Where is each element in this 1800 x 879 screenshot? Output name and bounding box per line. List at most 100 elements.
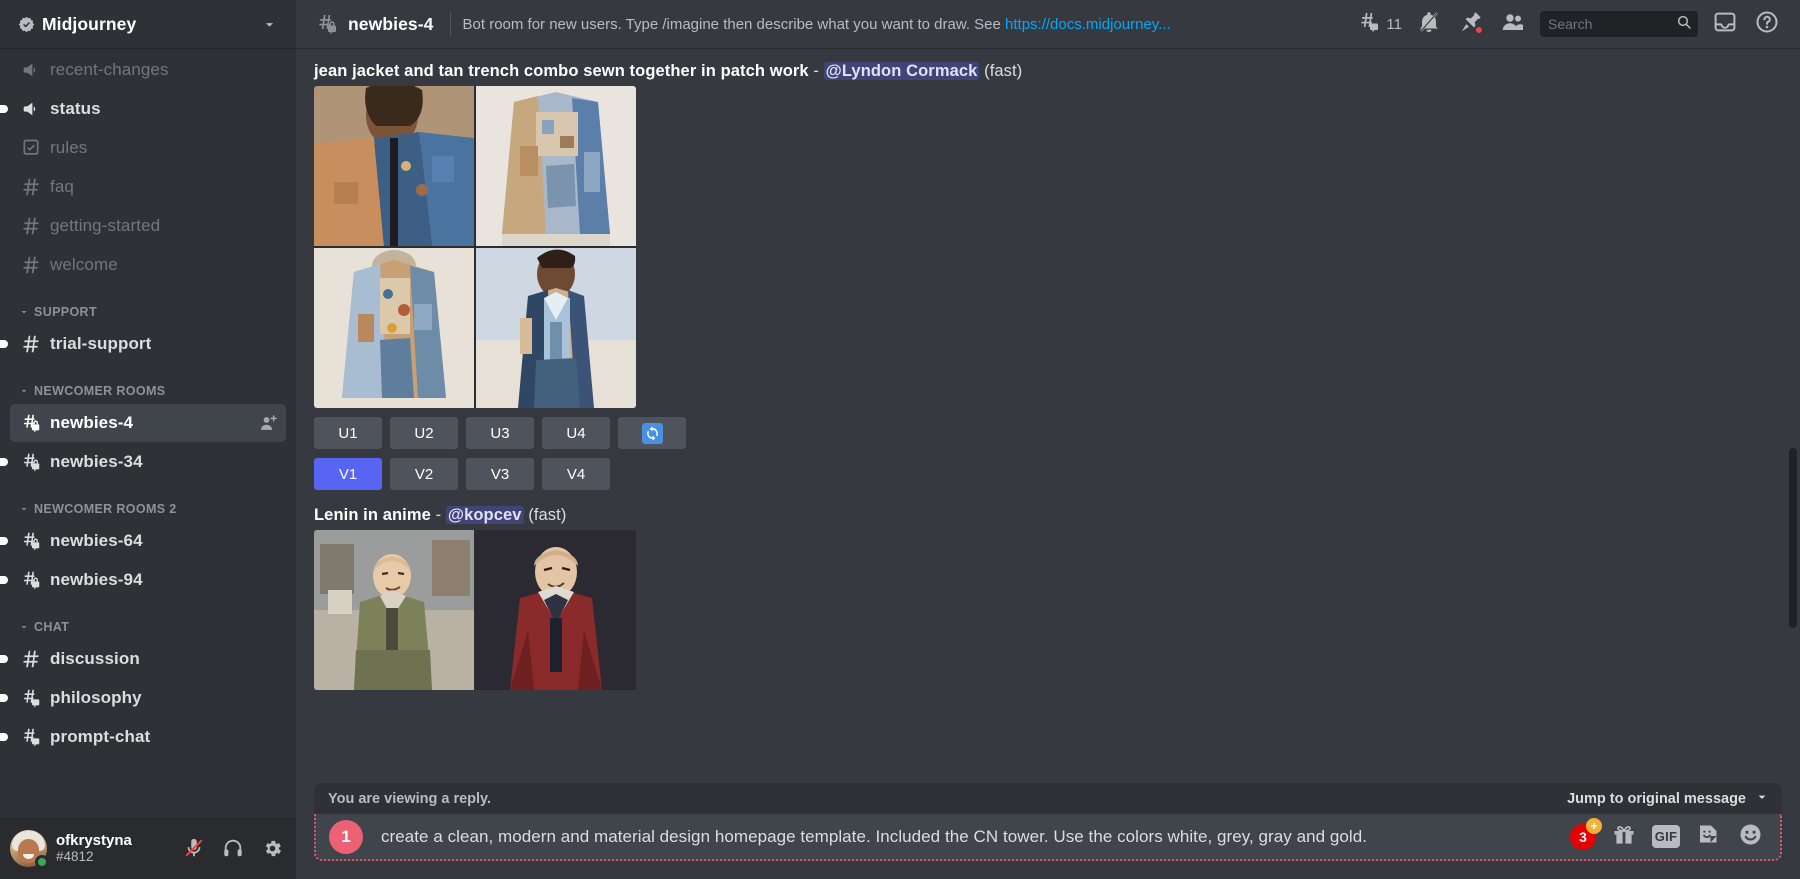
sidebar-item-faq[interactable]: faq <box>10 168 286 206</box>
unread-pip <box>0 655 8 663</box>
hash-icon <box>19 215 43 237</box>
server-header[interactable]: Midjourney <box>0 0 296 48</box>
pinned-messages-button[interactable] <box>1450 4 1492 44</box>
sidebar-item-newbies-34[interactable]: newbies-34 <box>0 443 286 481</box>
channel-name: welcome <box>50 255 118 274</box>
add-member-icon[interactable] <box>259 414 278 433</box>
avatar[interactable] <box>10 829 49 869</box>
message-input[interactable]: create a clean, modern and material desi… <box>381 826 1558 847</box>
channel-name: philosophy <box>50 688 142 707</box>
author-mention[interactable]: @Lyndon Cormack <box>823 62 980 80</box>
category-label: CHAT <box>34 620 70 634</box>
main-content: newbies-4 Bot room for new users. Type /… <box>296 0 1800 879</box>
grammar-error-word[interactable]: Included <box>875 826 941 847</box>
category-newcomer-rooms-2[interactable]: NEWCOMER ROOMS 2 <box>0 482 296 521</box>
chevron-down-icon <box>18 306 30 318</box>
grammar-suggestions-badge[interactable]: 3 + <box>1570 817 1602 850</box>
channel-name: newbies-94 <box>50 570 143 589</box>
chevron-down-icon[interactable] <box>261 16 278 33</box>
verified-check-icon <box>18 16 35 33</box>
threads-count: 11 <box>1386 15 1402 33</box>
divider <box>449 12 451 36</box>
emoji-smile-icon <box>1738 822 1763 852</box>
gif-button[interactable]: GIF <box>1652 823 1680 851</box>
sidebar-item-rules[interactable]: rules <box>10 129 286 167</box>
jump-to-original-message-button[interactable]: Jump to original message <box>1567 789 1770 809</box>
image-grid[interactable] <box>314 530 636 690</box>
sidebar-item-philosophy[interactable]: philosophy <box>0 679 286 717</box>
gear-icon[interactable] <box>258 834 286 862</box>
channel-topic-link[interactable]: https://docs.midjourney... <box>1005 16 1171 33</box>
channel-topic[interactable]: Bot room for new users. Type /imagine th… <box>463 16 1171 33</box>
sidebar-item-newbies-4[interactable]: newbies-4 <box>10 404 286 442</box>
category-label: NEWCOMER ROOMS 2 <box>34 502 177 516</box>
composer-actions: 3 + GIF <box>1570 817 1764 851</box>
help-button[interactable] <box>1746 4 1788 44</box>
hash-icon <box>19 254 43 276</box>
upscale-button-u3[interactable]: U3 <box>466 417 534 449</box>
member-list-button[interactable] <box>1492 4 1534 44</box>
channel-name: discussion <box>50 649 140 668</box>
upscale-button-u1[interactable]: U1 <box>314 417 382 449</box>
message-list[interactable]: jean jacket and tan trench combo sewn to… <box>296 48 1800 783</box>
chevron-down-icon <box>1754 789 1770 809</box>
sidebar-item-status[interactable]: status <box>0 90 286 128</box>
sidebar-item-newbies-94[interactable]: newbies-94 <box>0 561 286 599</box>
reroll-button[interactable] <box>618 417 686 449</box>
grid-cell-4[interactable] <box>476 248 636 408</box>
sidebar-item-trial-support[interactable]: trial-support <box>0 325 286 363</box>
sidebar-item-prompt-chat[interactable]: prompt-chat <box>0 718 286 756</box>
sidebar-item-welcome[interactable]: welcome <box>10 246 286 284</box>
grid-cell-2[interactable] <box>476 530 636 690</box>
image-grid[interactable] <box>314 86 636 408</box>
upscale-button-u4[interactable]: U4 <box>542 417 610 449</box>
grid-cell-3[interactable] <box>314 248 474 408</box>
variation-button-v3[interactable]: V3 <box>466 458 534 490</box>
upscale-button-u2[interactable]: U2 <box>390 417 458 449</box>
message-header: jean jacket and tan trench combo sewn to… <box>314 56 1782 86</box>
category-chat[interactable]: CHAT <box>0 600 296 639</box>
mode-label: (fast) <box>528 506 567 524</box>
members-icon <box>1501 10 1525 39</box>
threads-button[interactable]: 11 <box>1349 4 1408 44</box>
separator: - <box>813 62 819 80</box>
grammar-error-word[interactable]: and <box>560 826 590 847</box>
search-input[interactable] <box>1548 16 1676 32</box>
variation-button-v4[interactable]: V4 <box>542 458 610 490</box>
search-box[interactable] <box>1540 11 1698 37</box>
microphone-muted-icon[interactable] <box>180 834 208 862</box>
channel-list[interactable]: recent-changes status rules faq getting-… <box>0 48 296 817</box>
sidebar-item-newbies-64[interactable]: newbies-64 <box>0 522 286 560</box>
rules-icon <box>19 138 43 158</box>
variation-button-v1[interactable]: V1 <box>314 458 382 490</box>
category-newcomer-rooms[interactable]: NEWCOMER ROOMS <box>0 364 296 403</box>
message-input-bar[interactable]: 1 create a clean, modern and material de… <box>314 814 1782 861</box>
hash-thread-lock-icon <box>314 12 340 36</box>
grid-cell-1[interactable] <box>314 530 474 690</box>
grid-cell-1[interactable] <box>314 86 474 246</box>
channel-topic-text: Bot room for new users. Type /imagine th… <box>462 15 1006 33</box>
user-info[interactable]: ofkrystyna #4812 <box>56 832 176 865</box>
grammar-error-word[interactable]: and <box>1296 826 1326 847</box>
message-scrollbar[interactable] <box>1789 448 1797 628</box>
sidebar-item-discussion[interactable]: discussion <box>0 640 286 678</box>
sidebar-item-recent-changes[interactable]: recent-changes <box>10 51 286 89</box>
channel-name: faq <box>50 177 74 196</box>
sidebar-item-getting-started[interactable]: getting-started <box>10 207 286 245</box>
page-title: newbies-4 <box>348 13 434 34</box>
author-mention[interactable]: @kopcev <box>445 506 524 524</box>
grid-cell-2[interactable] <box>476 86 636 246</box>
headphones-icon[interactable] <box>219 834 247 862</box>
inbox-button[interactable] <box>1704 4 1746 44</box>
notification-settings-button[interactable] <box>1408 4 1450 44</box>
input-text-part: create a clean, modern <box>381 826 561 846</box>
variation-button-v2[interactable]: V2 <box>390 458 458 490</box>
emoji-button[interactable] <box>1736 823 1764 851</box>
hash-icon <box>19 176 43 198</box>
gift-button[interactable] <box>1610 823 1638 851</box>
category-support[interactable]: SUPPORT <box>0 285 296 324</box>
inbox-icon <box>1713 10 1737 39</box>
category-label: SUPPORT <box>34 305 97 319</box>
sticker-button[interactable] <box>1694 823 1722 851</box>
chevron-down-icon <box>18 503 30 515</box>
